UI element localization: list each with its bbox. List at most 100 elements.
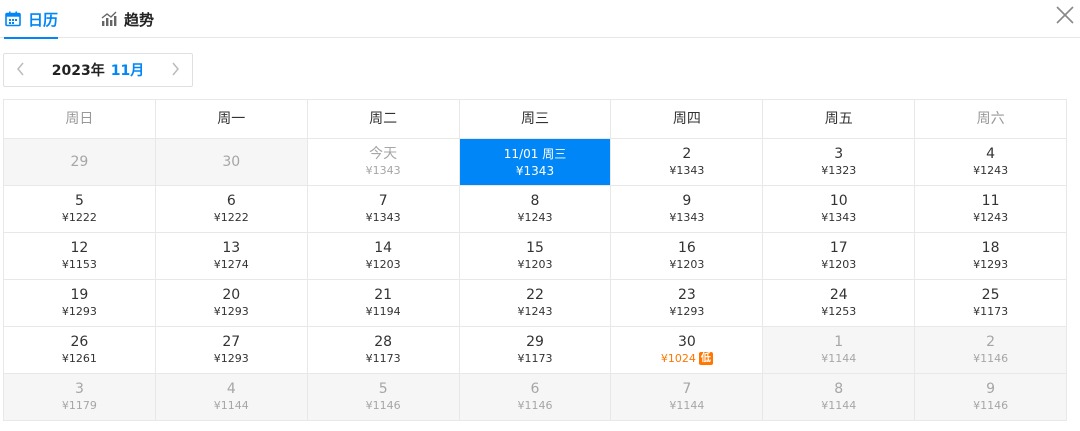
day-number: 26 <box>70 334 89 350</box>
day-price-line: ¥1293 <box>214 351 249 367</box>
day-price-line: ¥1243 <box>973 210 1008 226</box>
calendar-day-cell[interactable]: 25 ¥1173 <box>915 280 1068 327</box>
tab-trend[interactable]: 趋势 <box>100 0 154 38</box>
day-price: ¥1173 <box>365 352 401 365</box>
next-month-button[interactable] <box>158 54 192 86</box>
day-number: 11 <box>981 193 1000 209</box>
calendar-day-cell[interactable]: 26 ¥1261 <box>4 327 156 374</box>
calendar-day-cell[interactable]: 28 ¥1173 <box>307 327 460 374</box>
calendar-day-cell[interactable]: 21 ¥1194 <box>307 280 460 327</box>
calendar-day-cell[interactable]: 11/01 周三 ¥1343 <box>459 139 612 186</box>
day-price-line: ¥1343 <box>366 210 401 226</box>
day-price-line: ¥1343 <box>366 163 401 179</box>
calendar-day-cell[interactable]: 3 ¥1323 <box>763 139 916 186</box>
calendar-day-cell[interactable]: 8 ¥1243 <box>459 186 612 233</box>
day-number: 7 <box>682 381 692 397</box>
day-price-line: ¥1243 <box>518 304 553 320</box>
tab-calendar-label: 日历 <box>28 10 59 29</box>
day-number: 18 <box>981 240 1000 256</box>
calendar-day-cell: 3 ¥1179 <box>4 374 156 421</box>
day-number: 24 <box>829 287 848 303</box>
day-price: ¥1274 <box>213 258 249 271</box>
tab-calendar[interactable]: 日历 <box>4 0 59 39</box>
calendar-week-row: 3 ¥1179 4 ¥1144 5 ¥1146 6 ¥1146 7 ¥1144 8 ¥1144 9 ¥11… <box>4 374 1068 421</box>
day-number: 5 <box>74 193 84 209</box>
day-price: ¥1253 <box>821 305 857 318</box>
day-number: 8 <box>530 193 540 209</box>
day-number: 10 <box>829 193 848 209</box>
day-price-line: ¥1146 <box>973 398 1008 414</box>
calendar-day-cell[interactable]: 16 ¥1203 <box>611 233 764 280</box>
chevron-left-icon <box>16 61 26 80</box>
day-number: 3 <box>74 381 84 397</box>
calendar-day-cell[interactable]: 14 ¥1203 <box>307 233 460 280</box>
day-number: 7 <box>378 193 388 209</box>
day-number: 20 <box>222 287 241 303</box>
day-price-line: ¥1194 <box>366 304 401 320</box>
day-price-line: ¥1243 <box>518 210 553 226</box>
calendar-day-cell[interactable]: 27 ¥1293 <box>155 327 308 374</box>
day-price-line: ¥1153 <box>62 257 97 273</box>
day-price-line: ¥1343 <box>821 210 856 226</box>
close-icon[interactable] <box>1054 4 1076 26</box>
day-number: 16 <box>677 240 696 256</box>
day-number: 15 <box>526 240 544 256</box>
day-number: 19 <box>70 287 89 303</box>
calendar-day-cell[interactable]: 6 ¥1222 <box>155 186 308 233</box>
calendar-day-cell[interactable]: 4 ¥1243 <box>915 139 1068 186</box>
day-number: 9 <box>986 381 996 397</box>
calendar-day-cell[interactable]: 20 ¥1293 <box>155 280 308 327</box>
calendar-day-cell[interactable]: 11 ¥1243 <box>915 186 1068 233</box>
calendar-day-cell[interactable]: 13 ¥1274 <box>155 233 308 280</box>
calendar-day-cell[interactable]: 5 ¥1222 <box>4 186 156 233</box>
day-price-line: ¥1203 <box>518 257 553 273</box>
calendar-day-cell[interactable]: 29 ¥1173 <box>459 327 612 374</box>
prev-month-button[interactable] <box>4 54 38 86</box>
day-price-line: ¥1293 <box>62 304 97 320</box>
day-number: 5 <box>378 381 388 397</box>
day-price: ¥1323 <box>821 164 857 177</box>
calendar-day-cell[interactable]: 22 ¥1243 <box>459 280 612 327</box>
weekday-fri: 周五 <box>763 100 916 139</box>
day-price-line: ¥1323 <box>821 163 856 179</box>
day-price: ¥1343 <box>821 211 857 224</box>
day-price: ¥1173 <box>517 352 553 365</box>
calendar-day-cell[interactable]: 23 ¥1293 <box>611 280 764 327</box>
calendar-day-cell[interactable]: 15 ¥1203 <box>459 233 612 280</box>
day-number: 4 <box>986 146 996 162</box>
chevron-right-icon <box>170 61 180 80</box>
calendar-day-cell[interactable]: 10 ¥1343 <box>763 186 916 233</box>
calendar-week-row: 26 ¥1261 27 ¥1293 28 ¥1173 29 ¥1173 30 ¥1024 低 1 ¥11… <box>4 327 1068 374</box>
day-price-line: ¥1144 <box>669 398 704 414</box>
day-price: ¥1243 <box>973 164 1009 177</box>
weekday-tue: 周二 <box>307 100 460 139</box>
calendar-day-cell[interactable]: 18 ¥1293 <box>915 233 1068 280</box>
day-number: 13 <box>222 240 241 256</box>
day-price-line: ¥1203 <box>669 257 704 273</box>
calendar-day-cell[interactable]: 30 ¥1024 低 <box>611 327 764 374</box>
calendar-day-cell[interactable]: 24 ¥1253 <box>763 280 916 327</box>
day-number: 29 <box>526 334 544 350</box>
day-number: 28 <box>374 334 393 350</box>
day-price: ¥1293 <box>669 305 705 318</box>
calendar-day-cell: 7 ¥1144 <box>611 374 764 421</box>
calendar-day-cell[interactable]: 9 ¥1343 <box>611 186 764 233</box>
tab-trend-label: 趋势 <box>124 10 155 29</box>
calendar-day-cell[interactable]: 19 ¥1293 <box>4 280 156 327</box>
day-price: ¥1146 <box>517 399 553 412</box>
calendar-grid: 周日 周一 周二 周三 周四 周五 周六 29 30 今天 ¥1343 11/01 周三… <box>3 99 1068 421</box>
tab-bar: 日历 趋势 <box>0 0 1080 39</box>
trend-chart-icon <box>100 10 118 28</box>
day-price-line: ¥1343 <box>669 163 704 179</box>
calendar-icon <box>4 10 22 28</box>
calendar-day-cell[interactable]: 7 ¥1343 <box>307 186 460 233</box>
calendar-day-cell[interactable]: 12 ¥1153 <box>4 233 156 280</box>
day-price-line: ¥1146 <box>518 398 553 414</box>
calendar-day-cell[interactable]: 今天 ¥1343 <box>307 139 460 186</box>
day-number: 8 <box>834 381 844 397</box>
calendar-day-cell[interactable]: 2 ¥1343 <box>611 139 764 186</box>
calendar-day-cell[interactable]: 17 ¥1203 <box>763 233 916 280</box>
day-number: 6 <box>530 381 540 397</box>
day-number: 1 <box>834 334 844 350</box>
day-price-line: ¥1024 低 <box>661 351 713 367</box>
